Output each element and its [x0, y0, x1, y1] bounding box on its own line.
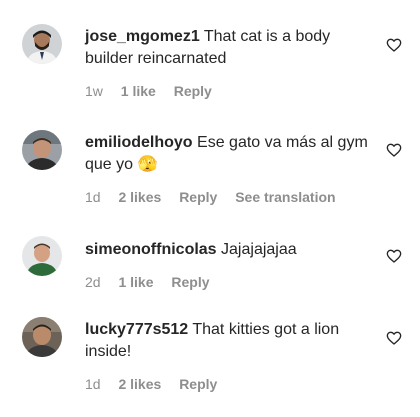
comment-likes[interactable]: 2 likes [118, 376, 161, 392]
comment-username[interactable]: jose_mgomez1 [85, 28, 200, 45]
reply-button[interactable]: Reply [179, 376, 217, 392]
comment-time[interactable]: 2d [85, 274, 101, 290]
heart-outline-icon[interactable] [386, 37, 402, 53]
comment-username[interactable]: simeonoffnicolas [85, 241, 217, 258]
reply-button[interactable]: Reply [174, 83, 212, 99]
avatar[interactable] [22, 130, 62, 170]
comment-time[interactable]: 1w [85, 83, 103, 99]
comment-meta: 1w 1 like Reply [85, 82, 370, 100]
comments-list: jose_mgomez1 That cat is a body builder … [0, 0, 420, 417]
comment-text: jose_mgomez1 That cat is a body builder … [85, 26, 370, 70]
heart-outline-icon[interactable] [386, 330, 402, 346]
reply-button[interactable]: Reply [171, 274, 209, 290]
comment-likes[interactable]: 1 like [118, 274, 153, 290]
comment-text: lucky777s512 That kitties got a lion ins… [85, 319, 370, 363]
comment-username[interactable]: lucky777s512 [85, 321, 188, 338]
comment-text: emiliodelhoyo Ese gato va más al gym que… [85, 132, 370, 176]
reply-button[interactable]: Reply [179, 189, 217, 205]
heart-outline-icon[interactable] [386, 142, 402, 158]
comment-meta: 2d 1 like Reply [85, 273, 370, 291]
comment-time[interactable]: 1d [85, 189, 101, 205]
heart-outline-icon[interactable] [386, 248, 402, 264]
comment-time[interactable]: 1d [85, 376, 101, 392]
comment-meta: 1d 2 likes Reply See translation [85, 188, 370, 206]
avatar[interactable] [22, 24, 62, 64]
comment-message: Jajajajajaa [221, 241, 297, 258]
see-translation-button[interactable]: See translation [235, 189, 335, 205]
comment-likes[interactable]: 1 like [121, 83, 156, 99]
comment-username[interactable]: emiliodelhoyo [85, 134, 193, 151]
comment-likes[interactable]: 2 likes [118, 189, 161, 205]
avatar[interactable] [22, 236, 62, 276]
comment-text: simeonoffnicolas Jajajajajaa [85, 239, 370, 261]
avatar[interactable] [22, 317, 62, 357]
comment-meta: 1d 2 likes Reply [85, 375, 370, 393]
